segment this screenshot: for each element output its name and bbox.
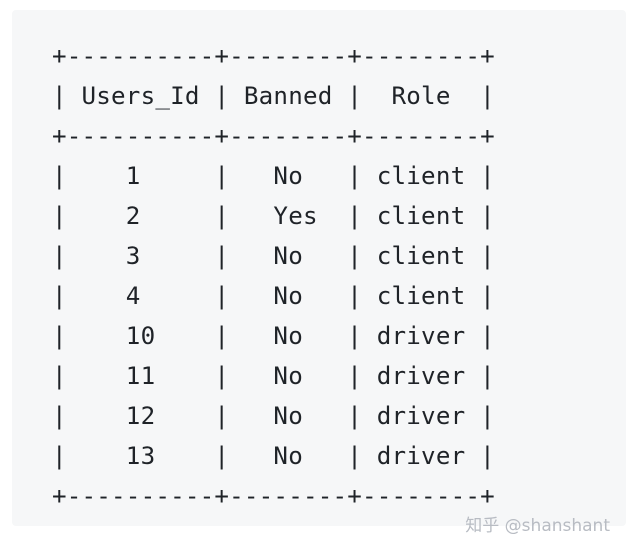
table-row: | 11 | No | driver |	[52, 362, 495, 390]
table-border-top: +----------+--------+--------+	[52, 42, 495, 70]
table-row: | 4 | No | client |	[52, 282, 495, 310]
table-row: | 13 | No | driver |	[52, 442, 495, 470]
table-row: | 3 | No | client |	[52, 242, 495, 270]
table-row: | 12 | No | driver |	[52, 402, 495, 430]
watermark: 知乎 @shanshant	[465, 516, 610, 536]
table-row: | 1 | No | client |	[52, 162, 495, 190]
table-header-row: | Users_Id | Banned | Role |	[52, 82, 495, 110]
table-border-bottom: +----------+--------+--------+	[52, 482, 495, 510]
table-border-mid: +----------+--------+--------+	[52, 122, 495, 150]
table-row: | 10 | No | driver |	[52, 322, 495, 350]
code-block: +----------+--------+--------+ | Users_Id…	[12, 10, 626, 526]
ascii-table: +----------+--------+--------+ | Users_Id…	[52, 36, 495, 516]
table-row: | 2 | Yes | client |	[52, 202, 495, 230]
